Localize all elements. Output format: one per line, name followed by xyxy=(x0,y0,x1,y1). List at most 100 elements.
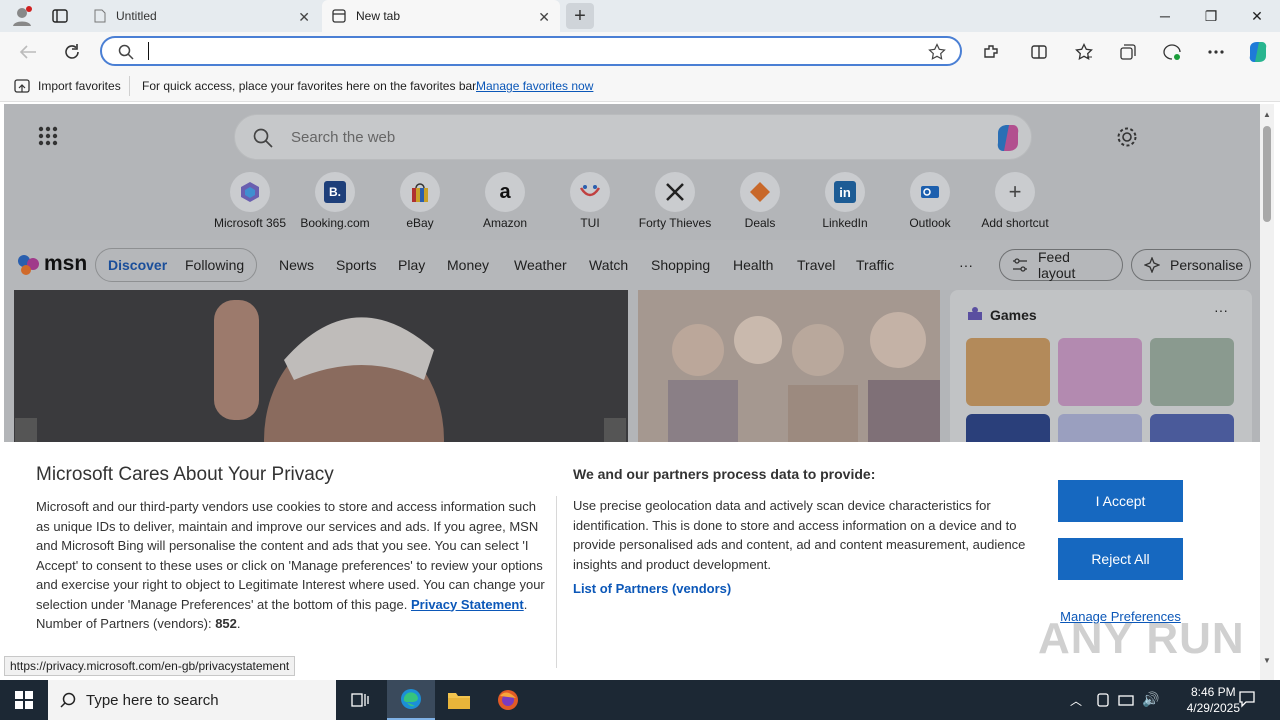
nav-watch[interactable]: Watch xyxy=(589,257,628,273)
import-favorites-icon xyxy=(14,79,30,93)
accept-button[interactable]: I Accept xyxy=(1058,480,1183,522)
shortcut-amazon[interactable]: a Amazon xyxy=(465,172,545,230)
shortcut-microsoft-365[interactable]: Microsoft 365 xyxy=(210,172,290,230)
address-bar[interactable] xyxy=(100,36,962,66)
shortcut-label: Amazon xyxy=(482,216,528,230)
page-scrollbar[interactable]: ▲ ▼ xyxy=(1260,104,1274,680)
nav-play[interactable]: Play xyxy=(398,257,425,273)
scroll-thumb[interactable] xyxy=(1263,126,1271,222)
copilot-icon[interactable] xyxy=(1246,40,1270,64)
scroll-down-icon[interactable]: ▼ xyxy=(1263,656,1271,665)
back-icon[interactable] xyxy=(18,42,38,62)
game-tile[interactable] xyxy=(1150,338,1234,406)
nav-money[interactable]: Money xyxy=(447,257,489,273)
collections-icon[interactable] xyxy=(1118,42,1138,62)
volume-icon[interactable]: 🔊 xyxy=(1142,691,1159,708)
profile-icon[interactable] xyxy=(10,5,34,27)
shortcut-label: Outlook xyxy=(909,216,951,230)
shortcut-tui[interactable]: TUI xyxy=(550,172,630,230)
nav-sports[interactable]: Sports xyxy=(336,257,376,273)
game-tile[interactable] xyxy=(1058,338,1142,406)
close-tab-icon[interactable]: ✕ xyxy=(538,9,550,26)
restore-button[interactable]: ❐ xyxy=(1188,0,1234,32)
refresh-icon[interactable] xyxy=(62,42,82,62)
shortcut-outlook[interactable]: Outlook xyxy=(890,172,970,230)
favorite-star-icon[interactable] xyxy=(928,43,946,61)
scroll-up-icon[interactable]: ▲ xyxy=(1263,110,1271,119)
favorites-icon[interactable] xyxy=(1074,42,1094,62)
shortcut-deals[interactable]: Deals xyxy=(720,172,800,230)
news-card-image[interactable] xyxy=(638,290,940,450)
tab-untitled[interactable]: Untitled ✕ xyxy=(84,0,320,32)
period: . xyxy=(523,596,528,612)
feed-layout-button[interactable]: Feed layout xyxy=(999,249,1123,281)
games-icon xyxy=(966,306,984,324)
games-widget: Games ··· xyxy=(950,290,1252,482)
nav-shopping[interactable]: Shopping xyxy=(651,257,710,273)
notifications-icon[interactable] xyxy=(1238,690,1256,708)
taskbar-search-box[interactable]: Type here to search xyxy=(48,680,336,720)
deals-icon xyxy=(740,172,780,212)
privacy-body: Microsoft and our third-party vendors us… xyxy=(36,499,545,612)
nav-more-icon[interactable]: ··· xyxy=(959,257,973,273)
start-button[interactable] xyxy=(0,680,48,720)
shortcut-ebay[interactable]: eBay xyxy=(380,172,460,230)
close-tab-icon[interactable]: ✕ xyxy=(298,9,310,26)
hero-news-image[interactable] xyxy=(14,290,628,450)
minimize-button[interactable]: ─ xyxy=(1142,0,1188,32)
file-explorer-icon[interactable] xyxy=(435,680,483,720)
web-search-box[interactable]: Search the web xyxy=(234,114,1032,160)
new-tab-button[interactable]: + xyxy=(566,3,594,29)
games-title: Games xyxy=(990,307,1037,323)
tab-new-tab[interactable]: New tab ✕ xyxy=(322,0,560,32)
browser-essentials-icon[interactable] xyxy=(1162,42,1182,62)
msn-nav-bar: msn Discover Following News Sports Play … xyxy=(4,240,1260,290)
tab-discover[interactable]: Discover xyxy=(108,257,167,273)
task-view-icon[interactable] xyxy=(336,680,384,720)
close-window-button[interactable]: ✕ xyxy=(1234,0,1280,32)
privacy-title: Microsoft Cares About Your Privacy xyxy=(36,464,334,485)
nav-health[interactable]: Health xyxy=(733,257,773,273)
apps-launcher-icon[interactable] xyxy=(38,126,58,146)
reject-all-button[interactable]: Reject All xyxy=(1058,538,1183,580)
more-menu-icon[interactable] xyxy=(1206,42,1226,62)
shortcut-linkedin[interactable]: in LinkedIn xyxy=(805,172,885,230)
shortcut-label: eBay xyxy=(406,216,434,230)
game-tile[interactable] xyxy=(966,338,1050,406)
privacy-statement-link[interactable]: Privacy Statement xyxy=(411,597,524,612)
edge-taskbar-icon[interactable] xyxy=(387,680,435,720)
nav-weather[interactable]: Weather xyxy=(514,257,567,273)
firefox-icon[interactable] xyxy=(484,680,532,720)
nav-traffic[interactable]: Traffic xyxy=(856,257,894,273)
tab-following[interactable]: Following xyxy=(185,257,244,273)
copilot-icon[interactable] xyxy=(993,123,1023,153)
booking-icon: B. xyxy=(315,172,355,212)
nav-travel[interactable]: Travel xyxy=(797,257,835,273)
partners-list-link[interactable]: List of Partners (vendors) xyxy=(573,579,731,599)
taskbar-clock[interactable]: 8:46 PM 4/29/2025 xyxy=(1187,684,1240,716)
network-icon[interactable] xyxy=(1118,692,1134,708)
tray-chevron-icon[interactable]: ︿ xyxy=(1070,692,1082,709)
split-screen-icon[interactable] xyxy=(1029,42,1049,62)
shortcut-add[interactable]: + Add shortcut xyxy=(975,172,1055,230)
feed-layout-label: Feed layout xyxy=(1038,249,1076,281)
text-cursor xyxy=(148,42,149,60)
extensions-icon[interactable] xyxy=(981,42,1001,62)
nav-news[interactable]: News xyxy=(279,257,314,273)
manage-favorites-link[interactable]: Manage favorites now xyxy=(476,79,593,93)
shortcut-label: Microsoft 365 xyxy=(213,216,287,230)
settings-gear-icon[interactable] xyxy=(1116,126,1138,148)
forty-thieves-icon xyxy=(655,172,695,212)
games-more-icon[interactable]: ··· xyxy=(1214,302,1228,318)
hero-photo xyxy=(14,290,628,450)
tray-device-icon[interactable] xyxy=(1096,692,1110,708)
favorites-bar: Import favorites For quick access, place… xyxy=(0,70,1280,102)
msn-logo-icon xyxy=(16,252,40,276)
partners-count: 852 xyxy=(215,616,237,631)
tab-actions-icon[interactable] xyxy=(52,8,68,24)
shortcut-forty-thieves[interactable]: Forty Thieves xyxy=(635,172,715,230)
import-favorites-button[interactable]: Import favorites xyxy=(38,79,121,93)
shortcut-booking[interactable]: B. Booking.com xyxy=(295,172,375,230)
amazon-icon: a xyxy=(485,172,525,212)
personalise-button[interactable]: Personalise xyxy=(1131,249,1251,281)
